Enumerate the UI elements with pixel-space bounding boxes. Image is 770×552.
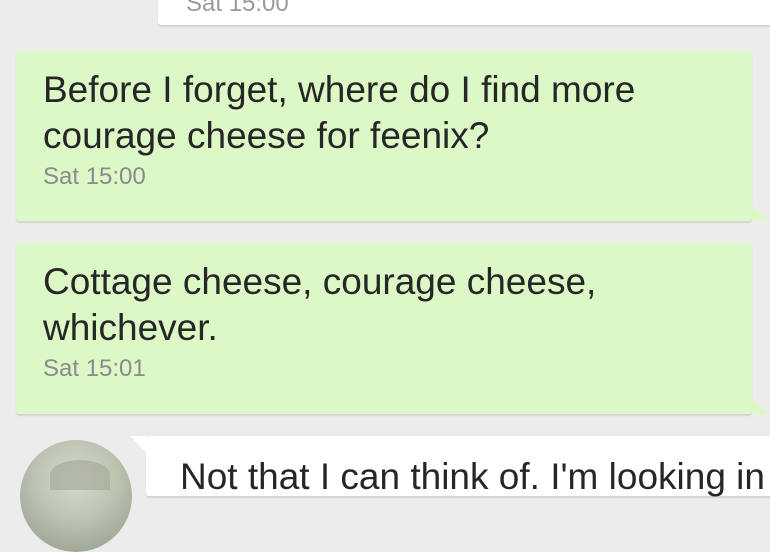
avatar-image-detail: [50, 460, 110, 490]
message-text: Not that I can think of. I'm looking in: [180, 456, 765, 497]
previous-message-bubble[interactable]: Sat 15:00: [158, 0, 770, 25]
message-timestamp: Sat 15:00: [186, 0, 289, 17]
incoming-message-bubble[interactable]: Not that I can think of. I'm looking in: [130, 436, 770, 497]
outgoing-message-bubble[interactable]: Cottage cheese, courage cheese, whicheve…: [16, 243, 770, 414]
message-timestamp: Sat 15:00: [43, 163, 146, 190]
outgoing-message-bubble[interactable]: Before I forget, where do I find more co…: [16, 51, 770, 221]
message-text: Before I forget, where do I find more co…: [43, 69, 636, 156]
message-text: Cottage cheese, courage cheese, whicheve…: [43, 261, 597, 348]
contact-avatar[interactable]: [20, 440, 132, 552]
message-timestamp: Sat 15:01: [43, 355, 146, 382]
